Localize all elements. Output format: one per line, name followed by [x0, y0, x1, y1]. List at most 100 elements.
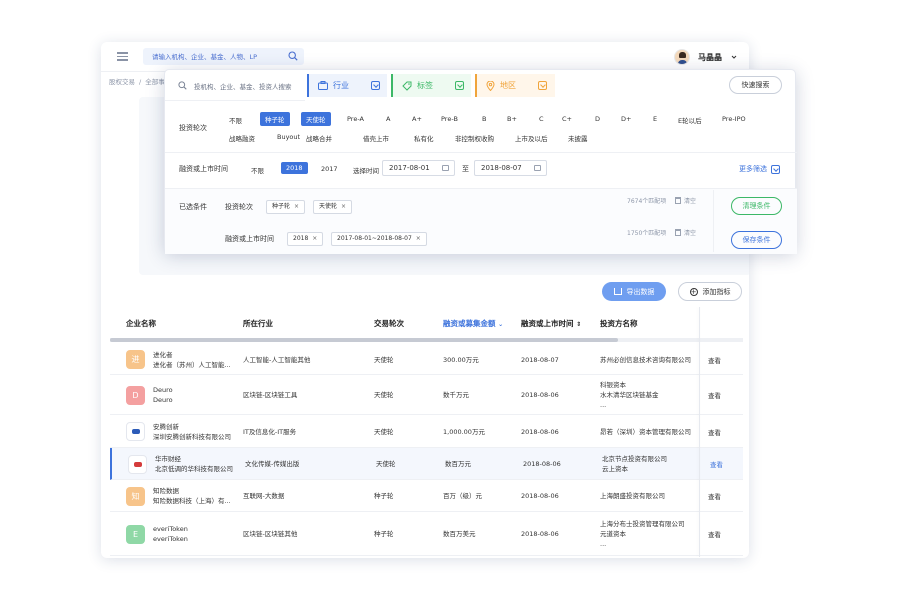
investor-name[interactable]: ... — [600, 400, 659, 410]
breadcrumb-item[interactable]: 全部事 — [145, 78, 165, 86]
clear-link[interactable]: 清空 — [675, 196, 696, 205]
column-header[interactable]: 所在行业 — [243, 318, 273, 329]
avatar[interactable] — [674, 49, 690, 65]
round-option[interactable]: Pre-B — [441, 115, 458, 123]
round-option-selected[interactable]: 种子轮 — [260, 112, 290, 126]
quick-search-button[interactable]: 快速搜索 — [729, 76, 782, 94]
investor-name[interactable]: 苏州必创信息技术咨询有限公司 — [600, 355, 691, 365]
round-option[interactable]: A+ — [412, 115, 422, 123]
clear-conditions-button[interactable]: 清理条件 — [731, 197, 782, 215]
export-data-button[interactable]: 导出数据 — [602, 282, 666, 301]
column-header[interactable]: 交易轮次 — [374, 318, 404, 329]
round-option[interactable]: B — [482, 115, 486, 123]
table-row[interactable]: 华市财经 北京低调的华科技有限公司 文化传媒-传媒出版 天使轮 数百万元 2018-08-… — [110, 448, 743, 480]
add-metric-button[interactable]: + 添加指标 — [678, 282, 742, 301]
round-option[interactable]: 不限 — [229, 115, 242, 125]
company-name[interactable]: 安腾创新 深圳安腾创新科技有限公司 — [153, 422, 231, 442]
round-option[interactable]: E — [653, 115, 657, 123]
view-link[interactable]: 查看 — [710, 459, 723, 469]
round-option[interactable]: B+ — [507, 115, 517, 123]
company-name[interactable]: 知险数据 知险数据科技（上海）有... — [153, 486, 231, 506]
table-row[interactable]: D Deuro Deuro 区块链-区块链工具 天使轮 数千万元 2018-08-06 科银资… — [110, 375, 743, 415]
view-link[interactable]: 查看 — [708, 491, 721, 501]
search-icon[interactable] — [288, 51, 298, 61]
round-option[interactable]: 私有化 — [414, 133, 434, 143]
company-short-name[interactable]: 安腾创新 — [153, 422, 231, 432]
global-search-input[interactable]: 请输入机构、企业、基金、人物、LP — [143, 48, 304, 65]
investor-name[interactable]: 北京节点投资有限公司 — [602, 454, 667, 464]
date-from-input[interactable]: 2017-08-01 — [382, 160, 455, 176]
investor-name[interactable]: 水木清华区块链基金 — [600, 390, 659, 400]
selected-chip[interactable]: 2018 × — [287, 232, 324, 246]
company-name[interactable]: Deuro Deuro — [153, 385, 173, 405]
table-row[interactable]: 知知险数据 知险数据科技（上海）有... 互联网-大数据 种子轮 百万（级）元 2018-… — [110, 480, 743, 512]
company-name[interactable]: 华市财经 北京低调的华科技有限公司 — [155, 454, 233, 474]
round-option[interactable]: 战略合并 — [306, 133, 332, 143]
investor-name[interactable]: ... — [600, 539, 685, 549]
table-row[interactable]: 安腾创新 深圳安腾创新科技有限公司 IT及信息化-IT服务 天使轮 1,000.00万元… — [110, 415, 743, 448]
round-option[interactable]: 未披露 — [568, 133, 588, 143]
user-menu[interactable]: 马晶晶 — [674, 48, 737, 66]
view-link[interactable]: 查看 — [708, 355, 721, 365]
selected-chip[interactable]: 种子轮 × — [266, 200, 306, 214]
round-option[interactable]: E轮以后 — [678, 115, 702, 125]
view-link[interactable]: 查看 — [708, 529, 721, 539]
round-option[interactable]: C — [539, 115, 544, 123]
column-header[interactable]: 企业名称 — [126, 318, 156, 329]
round-option[interactable]: 战略融资 — [229, 133, 255, 143]
round-option[interactable]: 借壳上市 — [363, 133, 389, 143]
save-conditions-button[interactable]: 保存条件 — [731, 231, 782, 249]
column-header[interactable]: 投资方名称 — [600, 318, 638, 329]
scrollbar-thumb[interactable] — [110, 338, 618, 342]
close-icon[interactable]: × — [416, 235, 421, 242]
menu-icon[interactable] — [117, 52, 128, 61]
filter-search-input[interactable]: 投机构、企业、基金、投资人搜索 — [165, 70, 305, 101]
investor-name[interactable]: 昂若（深圳）资本管理有限公司 — [600, 427, 691, 437]
close-icon[interactable]: × — [294, 203, 299, 210]
close-icon[interactable]: × — [312, 235, 317, 242]
column-header[interactable]: 融资或上市时间 ⇕ — [521, 318, 581, 329]
investor-name[interactable]: 元道资本 — [600, 529, 685, 539]
column-header-sorted[interactable]: 融资或募集金额 ⌄ — [443, 318, 503, 329]
industry-dropdown-label: 行业 — [333, 81, 349, 90]
view-link[interactable]: 查看 — [708, 390, 721, 400]
investor-name[interactable]: 云上资本 — [602, 464, 667, 474]
selected-chip[interactable]: 2017-08-01~2018-08-07 × — [331, 232, 427, 246]
clear-link[interactable]: 清空 — [675, 228, 696, 237]
company-short-name[interactable]: 知险数据 — [153, 486, 231, 496]
time-option[interactable]: 不限 — [251, 165, 264, 175]
time-option-selected[interactable]: 2018 — [281, 162, 308, 174]
round-option[interactable]: Pre-A — [347, 115, 364, 123]
round-option[interactable]: 上市及以后 — [515, 133, 548, 143]
selected-chip[interactable]: 天使轮 × — [313, 200, 353, 214]
date-to-input[interactable]: 2018-08-07 — [474, 160, 547, 176]
close-icon[interactable]: × — [341, 203, 346, 210]
tag-dropdown[interactable]: 标签 — [391, 74, 471, 97]
round-option[interactable]: A — [386, 115, 390, 123]
company-name[interactable]: 进化者 进化者（苏州）人工智能... — [153, 350, 231, 370]
round-option-selected[interactable]: 天使轮 — [301, 112, 331, 126]
breadcrumb-item[interactable]: 股权交易 — [109, 78, 135, 86]
investor-name[interactable]: 上海朗盛投资有限公司 — [600, 491, 665, 501]
time-option[interactable]: 2017 — [321, 165, 338, 173]
round-option[interactable]: 非控制权收购 — [455, 133, 494, 143]
company-short-name[interactable]: Deuro — [153, 385, 173, 395]
company-short-name[interactable]: 进化者 — [153, 350, 231, 360]
table-row[interactable]: EeveriToken everiToken 区块链-区块链其他 种子轮 数百万美元 20… — [110, 512, 743, 556]
round-option[interactable]: D+ — [621, 115, 631, 123]
investor-name[interactable]: 上海分布士投资管理有限公司 — [600, 519, 685, 529]
round-option[interactable]: D — [595, 115, 600, 123]
company-short-name[interactable]: everiToken — [153, 524, 188, 534]
more-filters-link[interactable]: 更多筛选 — [739, 164, 780, 174]
round-option[interactable]: Buyout — [277, 133, 300, 141]
chevron-down-icon[interactable] — [731, 54, 737, 60]
round-option[interactable]: Pre-IPO — [722, 115, 746, 123]
company-name[interactable]: everiToken everiToken — [153, 524, 188, 544]
investor-name[interactable]: 科银资本 — [600, 380, 659, 390]
table-row[interactable]: 进进化者 进化者（苏州）人工智能... 人工智能-人工智能其他 天使轮 300.00万元… — [110, 344, 743, 375]
industry-dropdown[interactable]: 行业 — [307, 74, 387, 97]
view-link[interactable]: 查看 — [708, 427, 721, 437]
company-short-name[interactable]: 华市财经 — [155, 454, 233, 464]
round-option[interactable]: C+ — [562, 115, 572, 123]
region-dropdown[interactable]: 地区 — [475, 74, 555, 97]
